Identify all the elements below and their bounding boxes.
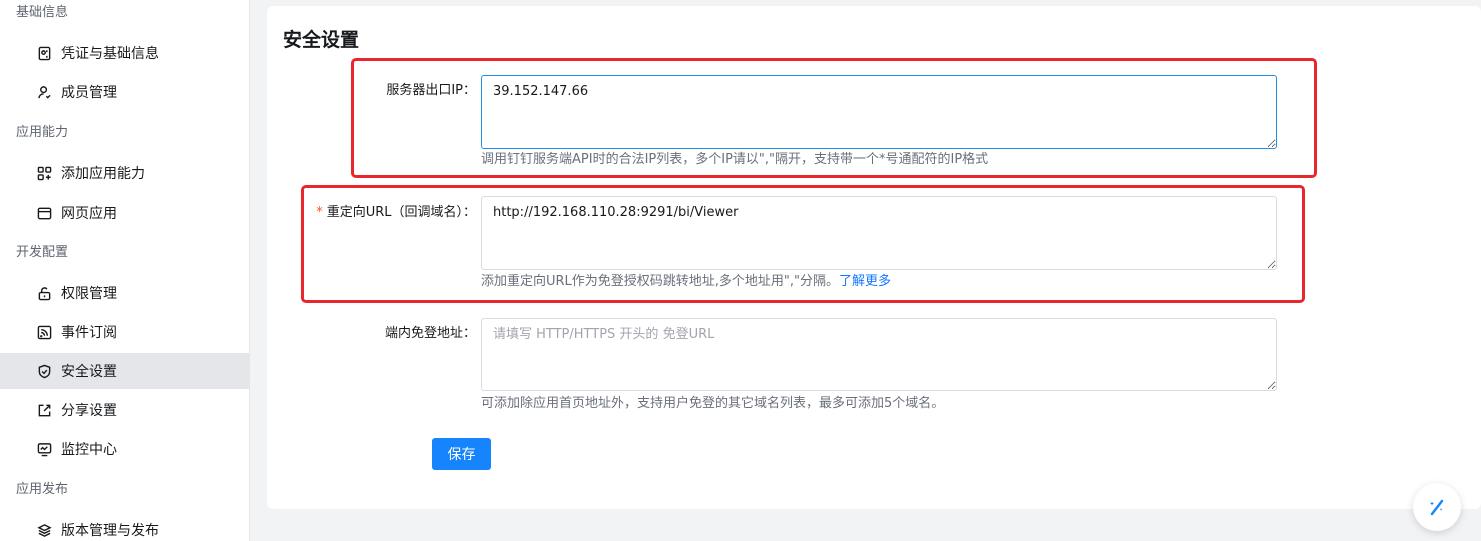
sidebar-item-label: 监控中心 [61, 442, 117, 458]
sidebar-item-add-capability[interactable]: 添加应用能力 [0, 155, 250, 191]
sidebar-item-label: 分享设置 [61, 403, 117, 419]
shield-icon [36, 363, 52, 379]
sidebar-item-credentials[interactable]: 凭证与基础信息 [0, 35, 250, 71]
sidebar-item-label: 网页应用 [61, 206, 117, 222]
page-title: 安全设置 [283, 29, 360, 51]
sidebar-item-share[interactable]: 分享设置 [0, 392, 250, 428]
login-free-input[interactable] [481, 318, 1277, 391]
sidebar-item-label: 凭证与基础信息 [61, 46, 159, 62]
user-icon [36, 84, 52, 100]
sidebar-item-versions[interactable]: 版本管理与发布 [0, 512, 250, 541]
sidebar-item-monitor[interactable]: 监控中心 [0, 431, 250, 467]
lock-icon [36, 285, 52, 301]
save-button[interactable]: 保存 [432, 438, 491, 470]
sidebar-item-label: 版本管理与发布 [61, 523, 159, 539]
sidebar-item-label: 安全设置 [61, 364, 117, 380]
grid-add-icon [36, 165, 52, 181]
login-free-help: 可添加除应用首页地址外，支持用户免登的其它域名列表，最多可添加5个域名。 [481, 396, 945, 411]
highlight-box-redirect-url [301, 185, 1305, 303]
magic-wand-icon [1430, 499, 1444, 516]
sidebar-item-security[interactable]: 安全设置 [0, 353, 250, 389]
layers-icon [36, 522, 52, 538]
group-title-dev: 开发配置 [16, 245, 69, 260]
group-title-basic: 基础信息 [16, 5, 69, 20]
subscribe-icon [36, 324, 52, 340]
sidebar-item-permissions[interactable]: 权限管理 [0, 275, 250, 311]
share-icon [36, 402, 52, 418]
group-title-publish: 应用发布 [16, 482, 69, 497]
sidebar-item-label: 成员管理 [61, 85, 117, 101]
group-title-capability: 应用能力 [16, 125, 69, 140]
window-icon [36, 205, 52, 221]
monitor-icon [36, 441, 52, 457]
sidebar-item-label: 添加应用能力 [61, 166, 145, 182]
ai-assistant-button[interactable] [1413, 483, 1461, 531]
sidebar-item-label: 权限管理 [61, 286, 117, 302]
credential-icon [36, 45, 52, 61]
highlight-box-server-ip [351, 58, 1317, 178]
sidebar-item-label: 事件订阅 [61, 325, 117, 341]
login-free-label: 端内免登地址： [384, 326, 476, 341]
